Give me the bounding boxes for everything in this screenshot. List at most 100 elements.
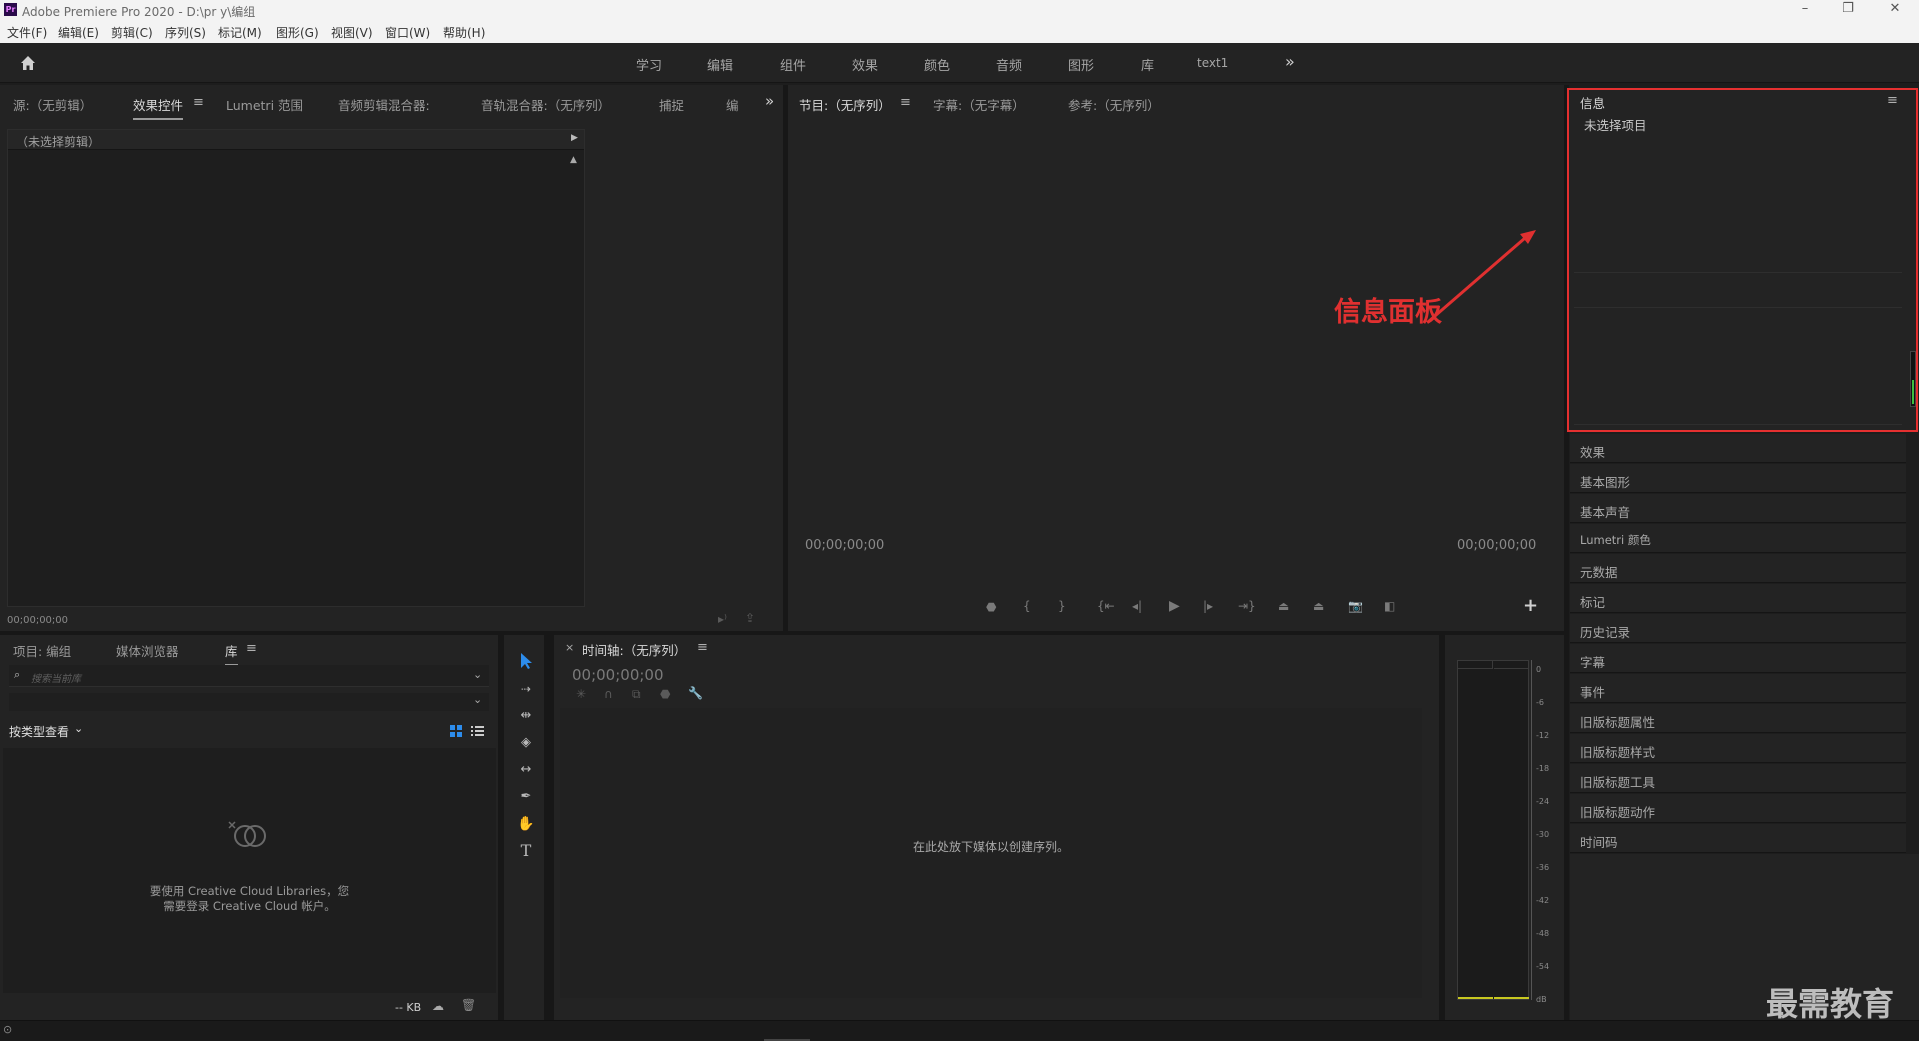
minimize-button[interactable]: – [1790,1,1820,16]
timeline-menu-icon[interactable]: ≡ [697,640,708,655]
workspace-editing[interactable]: 编辑 [707,55,733,74]
source-tabs-overflow-button[interactable]: » [765,92,774,110]
track-select-tool-icon[interactable]: ⇢ [516,679,536,699]
panel-divider-timeline[interactable] [544,635,554,1020]
workspace-effects[interactable]: 效果 [852,55,878,74]
menu-window[interactable]: 窗口(W) [385,24,430,41]
extract-icon[interactable]: ⏏ [1313,599,1324,613]
menu-file[interactable]: 文件(F) [7,24,47,41]
tab-lumetri-scopes[interactable]: Lumetri 范围 [226,95,303,114]
timeline-close-button[interactable]: × [565,641,574,654]
mark-out-icon[interactable]: } [1058,599,1066,613]
right-panel-legacy-title-actions[interactable]: 旧版标题动作 [1570,794,1906,823]
scroll-up-icon[interactable]: ▲ [570,155,577,165]
workspace-text1[interactable]: text1 [1197,56,1228,70]
effect-controls-menu-icon[interactable]: ≡ [193,95,204,110]
razor-tool-icon[interactable]: ◈ [516,733,536,753]
workspace-graphics[interactable]: 图形 [1068,55,1094,74]
status-cc-icon[interactable]: ⊙ [3,1023,12,1036]
workspace-audio[interactable]: 音频 [996,55,1022,74]
workspace-overflow-button[interactable]: » [1285,52,1295,71]
step-forward-icon[interactable]: |▸ [1203,599,1213,613]
home-icon[interactable] [18,53,38,73]
close-button[interactable]: ✕ [1880,1,1910,16]
tab-source[interactable]: 源:（无剪辑） [13,95,92,114]
selection-tool-icon[interactable] [516,652,536,672]
tab-captions[interactable]: 字幕:（无字幕） [933,95,1025,114]
tab-audio-track-mixer[interactable]: 音轨混合器:（无序列） [481,95,610,114]
go-to-out-icon[interactable]: ⇥} [1238,599,1256,613]
add-button[interactable]: + [1523,595,1538,616]
export-frame-camera-icon[interactable]: 📷 [1348,599,1363,613]
restore-button[interactable]: ❐ [1833,1,1863,16]
tab-edit-truncated[interactable]: 编 [726,95,739,114]
right-panel-markers[interactable]: 标记 [1570,584,1906,613]
workspace-color[interactable]: 颜色 [924,55,950,74]
tab-audio-clip-mixer[interactable]: 音频剪辑混合器: [338,95,430,114]
program-playhead-timecode[interactable]: 00;00;00;00 [805,538,884,553]
menu-graphics[interactable]: 图形(G) [276,24,319,41]
wrench-icon[interactable]: 🔧 [688,686,703,700]
tab-libraries[interactable]: 库 [225,641,238,666]
timeline-timecode[interactable]: 00;00;00;00 [572,666,664,684]
library-selector[interactable]: ⌄ [9,693,489,711]
menu-marker[interactable]: 标记(M) [218,24,262,41]
libraries-menu-icon[interactable]: ≡ [246,641,257,656]
add-marker-timeline-icon[interactable]: ⬣ [660,687,670,701]
right-panel-timecode[interactable]: 时间码 [1570,824,1906,853]
linked-selection-icon[interactable]: ⧉ [632,687,641,702]
library-dropdown-icon[interactable]: ⌄ [473,693,482,706]
right-panel-lumetri-color[interactable]: Lumetri 颜色 [1570,524,1906,553]
type-tool-icon[interactable]: T [516,841,536,861]
view-by-type-dropdown[interactable]: 按类型查看 [9,723,69,740]
tab-media-browser[interactable]: 媒体浏览器 [116,641,179,660]
right-panel-essential-graphics[interactable]: 基本图形 [1570,464,1906,493]
play-icon[interactable]: ▶ [1169,598,1180,614]
snap-icon[interactable]: ∩ [604,687,613,701]
menu-sequence[interactable]: 序列(S) [165,24,206,41]
right-panel-metadata[interactable]: 元数据 [1570,554,1906,583]
workspace-assembly[interactable]: 组件 [780,55,806,74]
grid-view-icon[interactable] [450,725,462,737]
tab-capture[interactable]: 捕捉 [659,95,684,114]
right-panel-history[interactable]: 历史记录 [1570,614,1906,643]
right-panel-legacy-title-styles[interactable]: 旧版标题样式 [1570,734,1906,763]
play-audio-icon[interactable]: ▸⁾ [718,612,727,626]
trash-icon[interactable]: 🗑 [461,998,476,1012]
tab-effect-controls[interactable]: 效果控件 [133,95,184,120]
menu-clip[interactable]: 剪辑(C) [111,24,153,41]
menu-view[interactable]: 视图(V) [331,24,373,41]
cloud-sync-icon[interactable]: ☁ [432,999,444,1013]
export-frame-icon[interactable]: ⇪ [745,611,755,625]
hand-tool-icon[interactable]: ✋ [516,814,536,834]
search-dropdown-icon[interactable]: ⌄ [473,668,482,681]
comparison-view-icon[interactable]: ◧ [1384,599,1395,613]
chevron-down-icon[interactable]: ⌄ [74,722,83,735]
menu-help[interactable]: 帮助(H) [443,24,485,41]
timeline-title[interactable]: 时间轴:（无序列） [582,640,686,659]
tab-program[interactable]: 节目:（无序列） [799,95,891,120]
insert-nest-icon[interactable]: ✳ [576,687,586,701]
tab-project[interactable]: 项目: 编组 [13,641,71,660]
add-marker-icon[interactable]: ⬣ [986,600,996,614]
ripple-edit-tool-icon[interactable]: ⇹ [516,706,536,726]
right-panel-events[interactable]: 事件 [1570,674,1906,703]
program-menu-icon[interactable]: ≡ [900,95,911,110]
go-to-in-icon[interactable]: {⇤ [1097,599,1115,613]
lift-icon[interactable]: ⏏ [1278,599,1289,613]
right-panel-legacy-title-tools[interactable]: 旧版标题工具 [1570,764,1906,793]
tab-reference[interactable]: 参考:（无序列） [1068,95,1160,114]
workspace-learn[interactable]: 学习 [636,55,662,74]
right-panel-captions[interactable]: 字幕 [1570,644,1906,673]
slip-tool-icon[interactable]: ↔ [516,760,536,780]
timeline-drop-area[interactable]: 在此处放下媒体以创建序列。 [560,708,1422,998]
step-back-icon[interactable]: ◂| [1132,599,1142,613]
right-panel-effects[interactable]: 效果 [1570,434,1906,463]
right-panel-essential-sound[interactable]: 基本声音 [1570,494,1906,523]
list-view-icon[interactable] [471,725,484,737]
menu-edit[interactable]: 编辑(E) [58,24,99,41]
library-search-field[interactable]: ⌕ 搜索当前库 ⌄ [9,665,489,687]
expand-arrow-icon[interactable]: ▶ [571,133,578,143]
pen-tool-icon[interactable]: ✒ [516,787,536,807]
right-panel-legacy-title-properties[interactable]: 旧版标题属性 [1570,704,1906,733]
